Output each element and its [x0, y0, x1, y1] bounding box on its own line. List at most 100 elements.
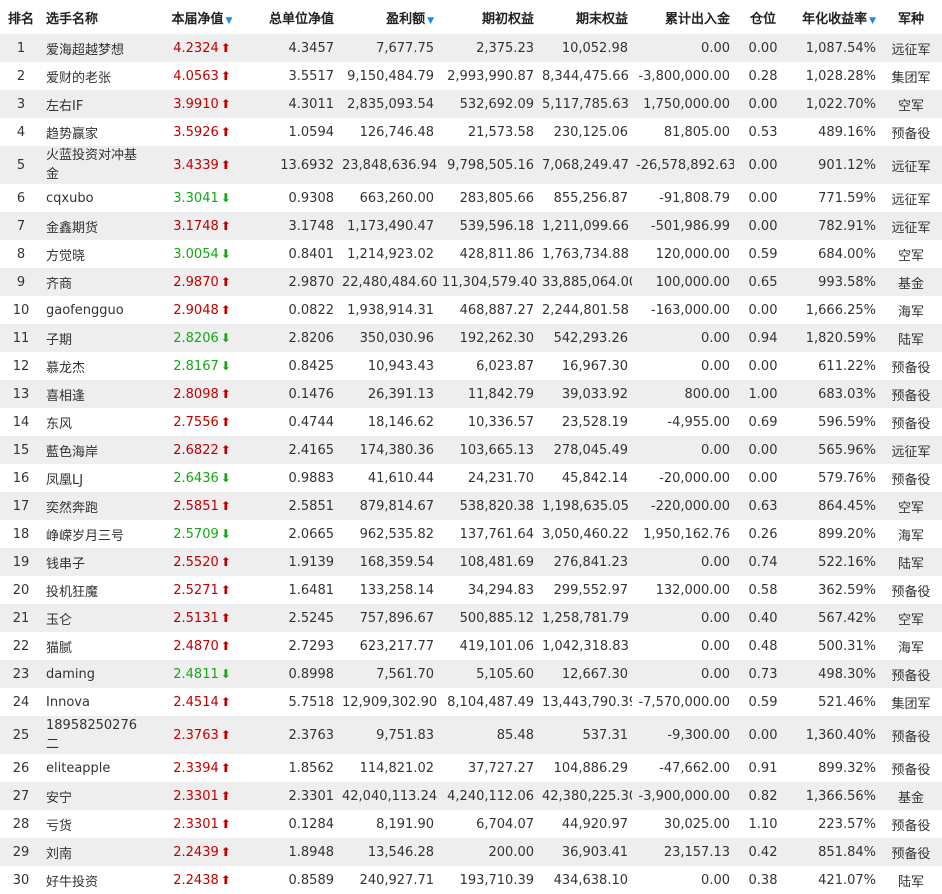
- table-row: 27 安宁 2.3301 ⬆ 2.3301 42,040,113.24 4,240,112.…: [0, 782, 942, 810]
- player-name[interactable]: 猫腻: [42, 632, 152, 660]
- player-name[interactable]: 火蓝投资对冲基金: [42, 146, 152, 184]
- army-cell: 远征军: [891, 220, 931, 236]
- header-nav[interactable]: 本届净值 ▼: [152, 0, 252, 34]
- army-cell: 预备役: [891, 126, 931, 142]
- army-cell: 远征军: [891, 159, 931, 175]
- player-name[interactable]: 趋势赢家: [42, 118, 152, 146]
- profit-cell: 240,927.71: [359, 872, 434, 888]
- flow-cell: 1,750,000.00: [643, 96, 730, 112]
- total-nav-cell: 2.4165: [288, 442, 335, 458]
- player-name[interactable]: 左右IF: [42, 90, 152, 118]
- player-name[interactable]: 齐商: [42, 268, 152, 296]
- total-nav-cell: 0.8401: [288, 246, 335, 262]
- nav-value: 2.5520: [173, 554, 219, 570]
- nav-cell: 3.4339 ⬆: [152, 146, 252, 184]
- start-equity-cell: 2,993,990.87: [447, 68, 534, 84]
- header-total-nav[interactable]: 总单位净值: [252, 0, 338, 34]
- player-name[interactable]: 方觉晓: [42, 240, 152, 268]
- flow-cell: 0.00: [701, 638, 730, 654]
- header-flow[interactable]: 累计出入金: [632, 0, 734, 34]
- player-name[interactable]: 东风: [42, 408, 152, 436]
- player-name[interactable]: 子期: [42, 324, 152, 352]
- nav-value: 2.4811: [173, 666, 219, 682]
- total-nav-cell: 0.4744: [288, 414, 335, 430]
- total-nav-cell: 13.6932: [280, 157, 334, 173]
- header-position[interactable]: 仓位: [734, 0, 792, 34]
- header-annual[interactable]: 年化收益率 ▼: [792, 0, 880, 34]
- nav-cell: 2.8098 ⬆: [152, 380, 252, 408]
- nav-value: 2.2438: [173, 872, 219, 888]
- player-name[interactable]: 安宁: [42, 782, 152, 810]
- flow-cell: -26,578,892.63: [636, 157, 734, 173]
- player-name[interactable]: 刘南: [42, 838, 152, 866]
- header-profit[interactable]: 盈利额 ▼: [338, 0, 438, 34]
- army-cell: 空军: [897, 98, 924, 114]
- player-name[interactable]: daming: [42, 660, 152, 688]
- player-name[interactable]: 投机狂魔: [42, 576, 152, 604]
- nav-value: 3.3041: [173, 190, 219, 206]
- header-army[interactable]: 军种: [880, 0, 942, 34]
- end-equity-cell: 2,244,801.58: [542, 302, 629, 318]
- total-nav-cell: 2.5851: [288, 498, 335, 514]
- player-name[interactable]: 钱串子: [42, 548, 152, 576]
- table-row: 23 daming 2.4811 ⬇ 0.8998 7,561.70 5,105.60 12,…: [0, 660, 942, 688]
- player-name[interactable]: 玉仑: [42, 604, 152, 632]
- player-name[interactable]: eliteapple: [42, 754, 152, 782]
- rank-cell: 22: [12, 638, 30, 654]
- army-cell: 空军: [897, 500, 924, 516]
- player-name[interactable]: 凤凰LJ: [42, 464, 152, 492]
- player-name[interactable]: 18958250276二: [42, 716, 152, 754]
- arrow-up-icon: ⬆: [220, 844, 231, 859]
- end-equity-cell: 299,552.97: [553, 582, 628, 598]
- player-name[interactable]: gaofengguo: [42, 296, 152, 324]
- annual-return-cell: 683.03%: [818, 386, 876, 402]
- player-name[interactable]: 爱海超越梦想: [42, 34, 152, 62]
- annual-return-cell: 851.84%: [818, 844, 876, 860]
- nav-value: 2.5709: [173, 526, 219, 542]
- start-equity-cell: 539,596.18: [459, 218, 534, 234]
- arrow-down-icon: ⬇: [220, 246, 231, 261]
- player-name[interactable]: 金鑫期货: [42, 212, 152, 240]
- header-end-equity[interactable]: 期末权益: [538, 0, 632, 34]
- position-cell: 0.59: [748, 246, 778, 262]
- flow-cell: 0.00: [701, 330, 730, 346]
- player-name[interactable]: 奕然奔跑: [42, 492, 152, 520]
- nav-value: 2.8167: [173, 358, 219, 374]
- end-equity-cell: 39,033.92: [561, 386, 628, 402]
- header-name[interactable]: 选手名称: [42, 0, 152, 34]
- army-cell: 预备役: [891, 472, 931, 488]
- table-row: 14 东风 2.7556 ⬆ 0.4744 18,146.62 10,336.57 23,52…: [0, 408, 942, 436]
- end-equity-cell: 45,842.14: [561, 470, 628, 486]
- position-cell: 0.00: [748, 190, 778, 206]
- nav-cell: 2.5709 ⬇: [152, 520, 252, 548]
- profit-cell: 962,535.82: [359, 526, 434, 542]
- table-row: 16 凤凰LJ 2.6436 ⬇ 0.9883 41,610.44 24,231.70 45,…: [0, 464, 942, 492]
- flow-cell: 100,000.00: [655, 274, 730, 290]
- profit-cell: 114,821.02: [359, 760, 434, 776]
- nav-value: 2.3763: [173, 727, 219, 743]
- annual-return-cell: 899.20%: [818, 526, 876, 542]
- player-name[interactable]: 慕龙杰: [42, 352, 152, 380]
- flow-cell: 23,157.13: [663, 844, 730, 860]
- army-cell: 陆军: [897, 332, 924, 348]
- player-name[interactable]: 喜相逢: [42, 380, 152, 408]
- profit-cell: 12,909,302.90: [342, 694, 438, 710]
- end-equity-cell: 1,211,099.66: [542, 218, 629, 234]
- player-name[interactable]: 好牛投资: [42, 866, 152, 894]
- player-name[interactable]: 爱财的老张: [42, 62, 152, 90]
- player-name[interactable]: 亏货: [42, 810, 152, 838]
- end-equity-cell: 42,380,225.30: [542, 788, 632, 804]
- army-cell: 远征军: [891, 42, 931, 58]
- player-name[interactable]: Innova: [42, 688, 152, 716]
- start-equity-cell: 21,573.58: [467, 124, 534, 140]
- player-name[interactable]: 藍色海岸: [42, 436, 152, 464]
- arrow-up-icon: ⬆: [220, 816, 231, 831]
- flow-cell: -163,000.00: [650, 302, 730, 318]
- player-name[interactable]: cqxubo: [42, 184, 152, 212]
- nav-value: 3.5926: [173, 124, 219, 140]
- end-equity-cell: 13,443,790.39: [542, 694, 632, 710]
- annual-return-cell: 522.16%: [818, 554, 876, 570]
- header-start-equity[interactable]: 期初权益: [438, 0, 538, 34]
- header-rank[interactable]: 排名: [0, 0, 42, 34]
- player-name[interactable]: 峥嵘岁月三号: [42, 520, 152, 548]
